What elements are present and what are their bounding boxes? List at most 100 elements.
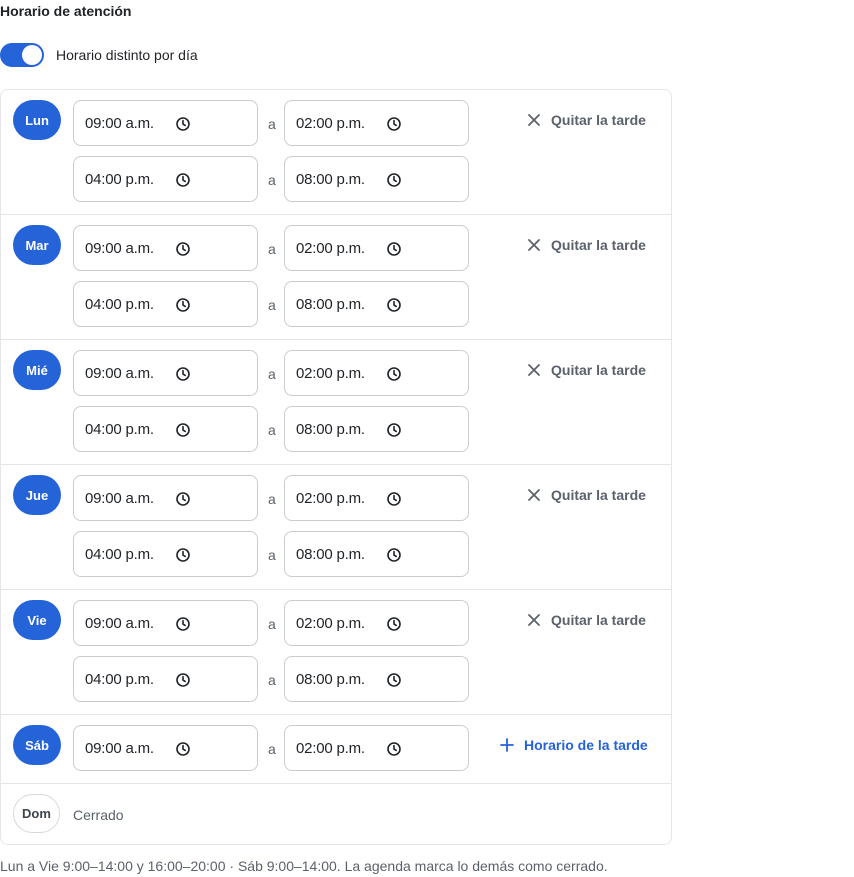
add-afternoon-button[interactable]: Horario de la tarde bbox=[500, 737, 648, 753]
afternoon-start-input[interactable]: 04:00 p.m. bbox=[73, 156, 258, 202]
range-separator: a bbox=[268, 422, 276, 438]
morning-start-input[interactable]: 09:00 a.m. bbox=[73, 600, 258, 646]
afternoon-start-input[interactable]: 04:00 p.m. bbox=[73, 531, 258, 577]
clock-icon[interactable] bbox=[386, 241, 402, 262]
clock-icon[interactable] bbox=[175, 366, 191, 387]
range-separator: a bbox=[268, 547, 276, 563]
clock-icon[interactable] bbox=[175, 616, 191, 637]
remove-afternoon-button[interactable]: Quitar la tarde bbox=[527, 612, 646, 628]
remove-afternoon-button[interactable]: Quitar la tarde bbox=[527, 487, 646, 503]
afternoon-end-input[interactable]: 08:00 p.m. bbox=[284, 531, 469, 577]
clock-icon[interactable] bbox=[175, 741, 191, 762]
morning-end-input[interactable]: 02:00 p.m. bbox=[284, 225, 469, 271]
per-day-toggle-label: Horario distinto por día bbox=[56, 47, 198, 63]
day-badge: Vie bbox=[13, 600, 61, 640]
time-value: 08:00 p.m. bbox=[296, 670, 365, 688]
day-badge: Sáb bbox=[13, 725, 61, 765]
time-value: 09:00 a.m. bbox=[85, 114, 154, 132]
clock-icon[interactable] bbox=[386, 297, 402, 318]
range-separator: a bbox=[268, 116, 276, 132]
clock-icon[interactable] bbox=[386, 672, 402, 693]
day-badge: Lun bbox=[13, 100, 61, 140]
time-value: 09:00 a.m. bbox=[85, 739, 154, 757]
time-value: 09:00 a.m. bbox=[85, 614, 154, 632]
day-badge: Mar bbox=[13, 225, 61, 265]
close-icon bbox=[527, 113, 541, 127]
time-value: 09:00 a.m. bbox=[85, 489, 154, 507]
clock-icon[interactable] bbox=[175, 297, 191, 318]
clock-icon[interactable] bbox=[386, 116, 402, 137]
day-row-sat: Sáb 09:00 a.m. a 02:00 p.m. Horario de l… bbox=[1, 715, 671, 784]
time-value: 02:00 p.m. bbox=[296, 614, 365, 632]
remove-afternoon-label: Quitar la tarde bbox=[551, 112, 646, 128]
closed-status: Cerrado bbox=[73, 807, 124, 823]
day-badge: Jue bbox=[13, 475, 61, 515]
afternoon-start-input[interactable]: 04:00 p.m. bbox=[73, 656, 258, 702]
morning-start-input[interactable]: 09:00 a.m. bbox=[73, 725, 258, 771]
morning-end-input[interactable]: 02:00 p.m. bbox=[284, 350, 469, 396]
afternoon-end-input[interactable]: 08:00 p.m. bbox=[284, 156, 469, 202]
afternoon-start-input[interactable]: 04:00 p.m. bbox=[73, 406, 258, 452]
morning-start-input[interactable]: 09:00 a.m. bbox=[73, 475, 258, 521]
day-badge: Mié bbox=[13, 350, 61, 390]
add-afternoon-label: Horario de la tarde bbox=[524, 737, 648, 753]
remove-afternoon-button[interactable]: Quitar la tarde bbox=[527, 362, 646, 378]
clock-icon[interactable] bbox=[175, 116, 191, 137]
day-row-wed: Mié 09:00 a.m. a 02:00 p.m. Quitar la ta… bbox=[1, 340, 671, 465]
day-row-fri: Vie 09:00 a.m. a 02:00 p.m. Quitar la ta… bbox=[1, 590, 671, 715]
per-day-toggle[interactable] bbox=[0, 43, 44, 67]
clock-icon[interactable] bbox=[386, 422, 402, 443]
time-value: 09:00 a.m. bbox=[85, 239, 154, 257]
clock-icon[interactable] bbox=[386, 366, 402, 387]
plus-icon bbox=[500, 738, 514, 752]
afternoon-end-input[interactable]: 08:00 p.m. bbox=[284, 281, 469, 327]
remove-afternoon-label: Quitar la tarde bbox=[551, 487, 646, 503]
close-icon bbox=[527, 613, 541, 627]
close-icon bbox=[527, 363, 541, 377]
time-value: 04:00 p.m. bbox=[85, 170, 154, 188]
range-separator: a bbox=[268, 672, 276, 688]
morning-start-input[interactable]: 09:00 a.m. bbox=[73, 350, 258, 396]
clock-icon[interactable] bbox=[175, 491, 191, 512]
afternoon-start-input[interactable]: 04:00 p.m. bbox=[73, 281, 258, 327]
section-title: Horario de atención bbox=[0, 3, 132, 19]
clock-icon[interactable] bbox=[386, 172, 402, 193]
day-row-thu: Jue 09:00 a.m. a 02:00 p.m. Quitar la ta… bbox=[1, 465, 671, 590]
clock-icon[interactable] bbox=[386, 491, 402, 512]
morning-end-input[interactable]: 02:00 p.m. bbox=[284, 600, 469, 646]
time-value: 04:00 p.m. bbox=[85, 545, 154, 563]
clock-icon[interactable] bbox=[175, 422, 191, 443]
morning-end-input[interactable]: 02:00 p.m. bbox=[284, 725, 469, 771]
schedule-card: Lun 09:00 a.m. a 02:00 p.m. Quitar la ta… bbox=[0, 89, 672, 845]
range-separator: a bbox=[268, 297, 276, 313]
range-separator: a bbox=[268, 616, 276, 632]
clock-icon[interactable] bbox=[386, 741, 402, 762]
morning-end-input[interactable]: 02:00 p.m. bbox=[284, 475, 469, 521]
clock-icon[interactable] bbox=[175, 672, 191, 693]
afternoon-end-input[interactable]: 08:00 p.m. bbox=[284, 406, 469, 452]
time-value: 08:00 p.m. bbox=[296, 295, 365, 313]
clock-icon[interactable] bbox=[386, 547, 402, 568]
day-badge-closed[interactable]: Dom bbox=[13, 794, 60, 833]
clock-icon[interactable] bbox=[175, 547, 191, 568]
morning-start-input[interactable]: 09:00 a.m. bbox=[73, 100, 258, 146]
range-separator: a bbox=[268, 241, 276, 257]
clock-icon[interactable] bbox=[386, 616, 402, 637]
remove-afternoon-button[interactable]: Quitar la tarde bbox=[527, 237, 646, 253]
clock-icon[interactable] bbox=[175, 172, 191, 193]
remove-afternoon-button[interactable]: Quitar la tarde bbox=[527, 112, 646, 128]
time-value: 02:00 p.m. bbox=[296, 489, 365, 507]
schedule-summary: Lun a Vie 9:00–14:00 y 16:00–20:00 · Sáb… bbox=[0, 858, 608, 874]
time-value: 09:00 a.m. bbox=[85, 364, 154, 382]
day-row-mon: Lun 09:00 a.m. a 02:00 p.m. Quitar la ta… bbox=[1, 90, 671, 215]
clock-icon[interactable] bbox=[175, 241, 191, 262]
remove-afternoon-label: Quitar la tarde bbox=[551, 362, 646, 378]
morning-start-input[interactable]: 09:00 a.m. bbox=[73, 225, 258, 271]
close-icon bbox=[527, 488, 541, 502]
range-separator: a bbox=[268, 172, 276, 188]
afternoon-end-input[interactable]: 08:00 p.m. bbox=[284, 656, 469, 702]
remove-afternoon-label: Quitar la tarde bbox=[551, 612, 646, 628]
time-value: 08:00 p.m. bbox=[296, 420, 365, 438]
time-value: 02:00 p.m. bbox=[296, 739, 365, 757]
morning-end-input[interactable]: 02:00 p.m. bbox=[284, 100, 469, 146]
